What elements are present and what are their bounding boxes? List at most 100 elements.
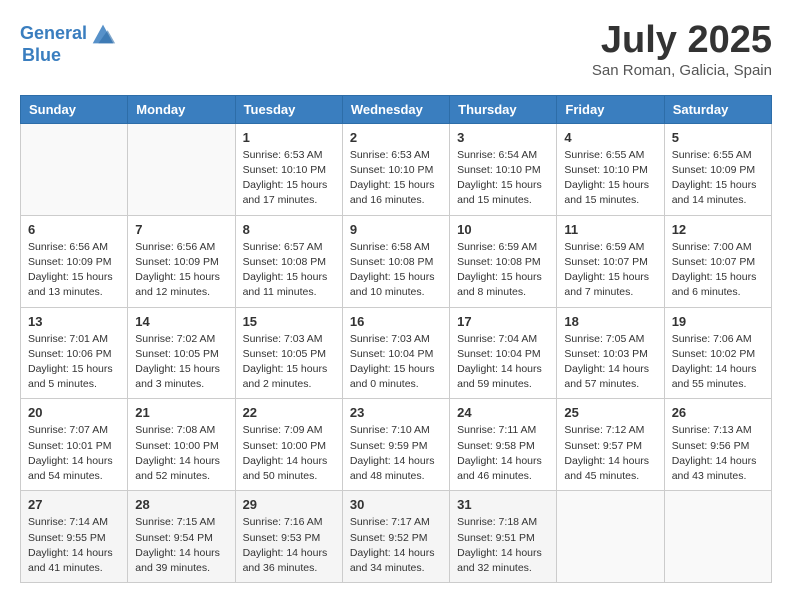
calendar-cell-4-3: 30 Sunrise: 7:17 AM Sunset: 9:52 PM Dayli… [342,491,449,583]
day-info: Sunrise: 6:59 AM Sunset: 10:08 PM Daylig… [457,240,549,301]
calendar-cell-0-3: 2 Sunrise: 6:53 AM Sunset: 10:10 PM Dayli… [342,123,449,215]
week-row-1: 1 Sunrise: 6:53 AM Sunset: 10:10 PM Dayli… [21,123,772,215]
day-number: 1 [243,130,335,145]
day-info: Sunrise: 7:18 AM Sunset: 9:51 PM Dayligh… [457,515,549,576]
weekday-header-monday: Monday [128,95,235,123]
day-number: 3 [457,130,549,145]
location: San Roman, Galicia, Spain [592,62,772,79]
weekday-header-tuesday: Tuesday [235,95,342,123]
day-number: 13 [28,314,120,329]
weekday-header-row: SundayMondayTuesdayWednesdayThursdayFrid… [21,95,772,123]
weekday-header-wednesday: Wednesday [342,95,449,123]
calendar-cell-3-0: 20Sunrise: 7:07 AM Sunset: 10:01 PM Dayl… [21,399,128,491]
calendar-cell-1-6: 12Sunrise: 7:00 AM Sunset: 10:07 PM Dayl… [664,215,771,307]
logo: General Blue [20,20,117,66]
calendar-cell-1-0: 6Sunrise: 6:56 AM Sunset: 10:09 PM Dayli… [21,215,128,307]
day-info: Sunrise: 6:58 AM Sunset: 10:08 PM Daylig… [350,240,442,301]
title-block: July 2025 San Roman, Galicia, Spain [592,20,772,79]
day-info: Sunrise: 6:54 AM Sunset: 10:10 PM Daylig… [457,148,549,209]
day-info: Sunrise: 6:59 AM Sunset: 10:07 PM Daylig… [564,240,656,301]
calendar-cell-0-6: 5 Sunrise: 6:55 AM Sunset: 10:09 PM Dayli… [664,123,771,215]
day-number: 2 [350,130,442,145]
day-number: 8 [243,222,335,237]
calendar-cell-2-6: 19 Sunrise: 7:06 AM Sunset: 10:02 PM Dayl… [664,307,771,399]
day-info: Sunrise: 7:16 AM Sunset: 9:53 PM Dayligh… [243,515,335,576]
day-number: 9 [350,222,442,237]
weekday-header-sunday: Sunday [21,95,128,123]
calendar-cell-4-5 [557,491,664,583]
calendar-table: SundayMondayTuesdayWednesdayThursdayFrid… [20,95,772,583]
day-number: 14 [135,314,227,329]
day-number: 26 [672,405,764,420]
day-number: 30 [350,497,442,512]
day-number: 20 [28,405,120,420]
day-number: 18 [564,314,656,329]
day-number: 25 [564,405,656,420]
day-info: Sunrise: 7:01 AM Sunset: 10:06 PM Daylig… [28,332,120,393]
calendar-cell-0-5: 4Sunrise: 6:55 AM Sunset: 10:10 PM Dayli… [557,123,664,215]
calendar-cell-4-2: 29 Sunrise: 7:16 AM Sunset: 9:53 PM Dayli… [235,491,342,583]
day-info: Sunrise: 6:55 AM Sunset: 10:09 PM Daylig… [672,148,764,209]
day-number: 19 [672,314,764,329]
calendar-cell-4-0: 27 Sunrise: 7:14 AM Sunset: 9:55 PM Dayli… [21,491,128,583]
day-info: Sunrise: 6:56 AM Sunset: 10:09 PM Daylig… [135,240,227,301]
day-number: 24 [457,405,549,420]
calendar-cell-0-4: 3 Sunrise: 6:54 AM Sunset: 10:10 PM Dayli… [450,123,557,215]
calendar-cell-1-3: 9 Sunrise: 6:58 AM Sunset: 10:08 PM Dayli… [342,215,449,307]
day-number: 29 [243,497,335,512]
logo-text: General [20,24,87,44]
day-number: 12 [672,222,764,237]
day-number: 21 [135,405,227,420]
weekday-header-saturday: Saturday [664,95,771,123]
day-number: 4 [564,130,656,145]
day-info: Sunrise: 7:11 AM Sunset: 9:58 PM Dayligh… [457,423,549,484]
day-number: 10 [457,222,549,237]
day-number: 23 [350,405,442,420]
logo-blue-text: Blue [22,46,61,66]
calendar-cell-2-3: 16Sunrise: 7:03 AM Sunset: 10:04 PM Dayl… [342,307,449,399]
calendar-cell-2-5: 18 Sunrise: 7:05 AM Sunset: 10:03 PM Dayl… [557,307,664,399]
day-number: 27 [28,497,120,512]
day-info: Sunrise: 7:14 AM Sunset: 9:55 PM Dayligh… [28,515,120,576]
calendar-cell-3-4: 24 Sunrise: 7:11 AM Sunset: 9:58 PM Dayli… [450,399,557,491]
day-info: Sunrise: 7:05 AM Sunset: 10:03 PM Daylig… [564,332,656,393]
day-info: Sunrise: 6:53 AM Sunset: 10:10 PM Daylig… [243,148,335,209]
week-row-3: 13 Sunrise: 7:01 AM Sunset: 10:06 PM Dayl… [21,307,772,399]
calendar-cell-1-5: 11 Sunrise: 6:59 AM Sunset: 10:07 PM Dayl… [557,215,664,307]
day-number: 16 [350,314,442,329]
day-info: Sunrise: 7:04 AM Sunset: 10:04 PM Daylig… [457,332,549,393]
day-info: Sunrise: 6:57 AM Sunset: 10:08 PM Daylig… [243,240,335,301]
month-title: July 2025 [592,20,772,62]
calendar-cell-4-4: 31 Sunrise: 7:18 AM Sunset: 9:51 PM Dayli… [450,491,557,583]
day-info: Sunrise: 7:15 AM Sunset: 9:54 PM Dayligh… [135,515,227,576]
week-row-5: 27 Sunrise: 7:14 AM Sunset: 9:55 PM Dayli… [21,491,772,583]
calendar-cell-4-6 [664,491,771,583]
weekday-header-friday: Friday [557,95,664,123]
day-number: 17 [457,314,549,329]
day-number: 31 [457,497,549,512]
day-number: 5 [672,130,764,145]
day-info: Sunrise: 7:03 AM Sunset: 10:05 PM Daylig… [243,332,335,393]
calendar-cell-3-2: 22 Sunrise: 7:09 AM Sunset: 10:00 PM Dayl… [235,399,342,491]
day-number: 28 [135,497,227,512]
page-header: General Blue July 2025 San Roman, Galici… [20,20,772,79]
day-number: 11 [564,222,656,237]
day-info: Sunrise: 6:53 AM Sunset: 10:10 PM Daylig… [350,148,442,209]
day-info: Sunrise: 7:09 AM Sunset: 10:00 PM Daylig… [243,423,335,484]
logo-icon [89,20,117,48]
day-info: Sunrise: 7:17 AM Sunset: 9:52 PM Dayligh… [350,515,442,576]
calendar-cell-3-1: 21Sunrise: 7:08 AM Sunset: 10:00 PM Dayl… [128,399,235,491]
day-info: Sunrise: 7:06 AM Sunset: 10:02 PM Daylig… [672,332,764,393]
calendar-cell-3-6: 26 Sunrise: 7:13 AM Sunset: 9:56 PM Dayli… [664,399,771,491]
day-info: Sunrise: 7:13 AM Sunset: 9:56 PM Dayligh… [672,423,764,484]
calendar-cell-3-3: 23 Sunrise: 7:10 AM Sunset: 9:59 PM Dayli… [342,399,449,491]
calendar-cell-2-2: 15Sunrise: 7:03 AM Sunset: 10:05 PM Dayl… [235,307,342,399]
day-number: 22 [243,405,335,420]
calendar-cell-2-1: 14Sunrise: 7:02 AM Sunset: 10:05 PM Dayl… [128,307,235,399]
week-row-2: 6Sunrise: 6:56 AM Sunset: 10:09 PM Dayli… [21,215,772,307]
day-info: Sunrise: 7:10 AM Sunset: 9:59 PM Dayligh… [350,423,442,484]
calendar-cell-1-1: 7Sunrise: 6:56 AM Sunset: 10:09 PM Dayli… [128,215,235,307]
day-info: Sunrise: 6:56 AM Sunset: 10:09 PM Daylig… [28,240,120,301]
calendar-cell-0-0 [21,123,128,215]
calendar-cell-3-5: 25Sunrise: 7:12 AM Sunset: 9:57 PM Dayli… [557,399,664,491]
